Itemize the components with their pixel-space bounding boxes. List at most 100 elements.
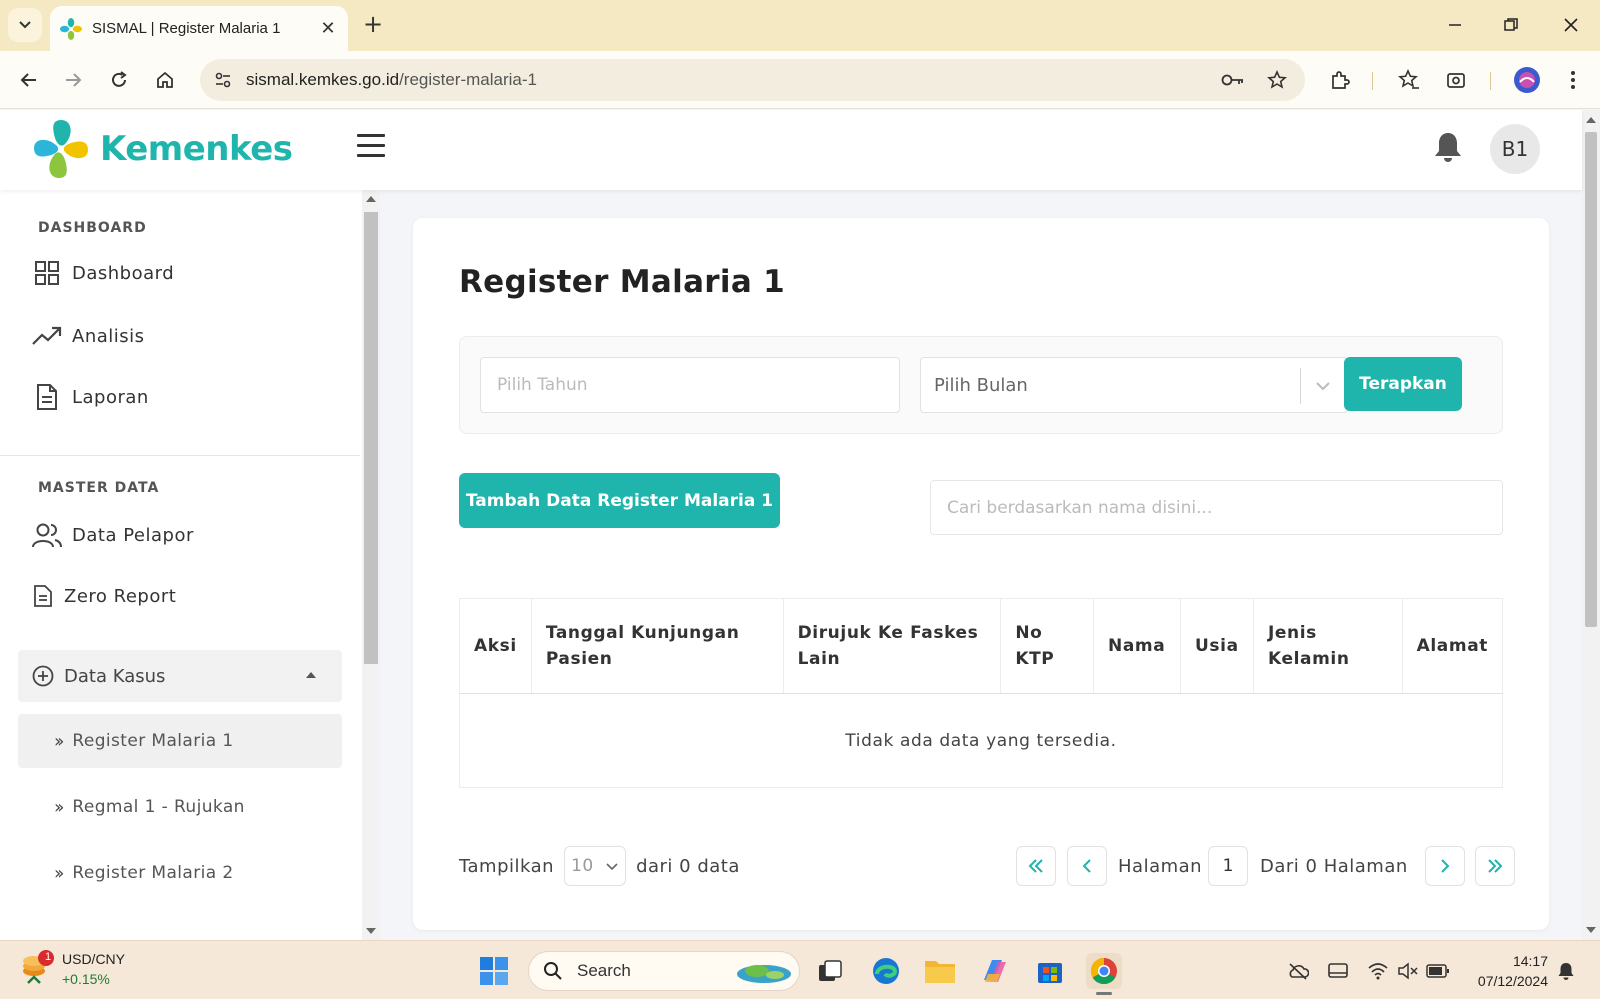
chevron-right-icon [1441, 859, 1450, 873]
next-page-button[interactable] [1425, 846, 1465, 886]
address-bar[interactable]: sismal.kemkes.go.id/register-malaria-1 [200, 59, 1305, 101]
kemenkes-logo-icon [34, 120, 88, 178]
copilot-button[interactable] [977, 953, 1013, 989]
scroll-up-icon[interactable] [366, 196, 376, 202]
reload-button[interactable] [104, 65, 134, 95]
page-size-select[interactable]: 10 [564, 846, 627, 886]
site-settings-icon[interactable] [214, 71, 232, 89]
file-explorer-button[interactable] [922, 953, 958, 989]
screenshot-button[interactable] [1441, 65, 1471, 95]
kemenkes-favicon-icon [60, 17, 82, 40]
close-window-button[interactable] [1556, 12, 1586, 38]
chevron-down-icon [1316, 382, 1330, 391]
onedrive-icon[interactable] [1286, 959, 1310, 983]
page-label: Halaman [1118, 855, 1203, 877]
minimize-icon [1449, 24, 1461, 26]
scroll-down-icon[interactable] [1586, 927, 1596, 933]
minimize-button[interactable] [1440, 12, 1470, 38]
sidebar-scrollbar-thumb[interactable] [364, 212, 378, 664]
page-scrollbar-thumb[interactable] [1585, 132, 1597, 627]
sidebar-subitem-register-malaria-1[interactable]: ›› Register Malaria 1 [18, 714, 342, 768]
user-avatar[interactable]: B1 [1490, 124, 1540, 174]
toolbar-separator [1490, 72, 1491, 90]
filter-panel: Pilih Bulan Terapkan [459, 336, 1503, 434]
notification-bell-icon[interactable] [1554, 959, 1578, 983]
tab-close-icon[interactable]: ✕ [318, 18, 338, 39]
sidebar-item-label: Laporan [72, 386, 149, 408]
new-tab-button[interactable]: + [360, 12, 386, 38]
sidebar-subitem-register-malaria-2[interactable]: ›› Register Malaria 2 [18, 846, 342, 900]
page-scrollbar[interactable] [1582, 110, 1600, 940]
battery-icon[interactable] [1426, 959, 1450, 983]
bookmark-star-icon[interactable] [1267, 70, 1287, 90]
last-page-button[interactable] [1475, 846, 1515, 886]
double-chevron-right-icon: ›› [54, 796, 65, 818]
logo-text: Kemenkes [100, 129, 293, 169]
column-header[interactable]: Aksi [459, 598, 532, 694]
browser-tab-active[interactable]: SISMAL | Register Malaria 1 ✕ [50, 6, 348, 51]
previous-page-button[interactable] [1067, 846, 1107, 886]
column-header[interactable]: Usia [1180, 598, 1254, 694]
sidebar-item-data-pelapor[interactable]: Data Pelapor [32, 520, 194, 550]
scroll-down-icon[interactable] [366, 928, 376, 934]
column-header[interactable]: Tanggal Kunjungan Pasien [530, 598, 784, 694]
display-icon[interactable] [1326, 959, 1350, 983]
tab-search-dropdown-button[interactable] [8, 8, 42, 42]
search-icon [544, 962, 562, 980]
bell-icon[interactable] [1432, 130, 1464, 164]
column-header[interactable]: No KTP [1000, 598, 1095, 694]
double-chevron-right-icon [1488, 859, 1503, 873]
profile-avatar-icon [1514, 67, 1540, 93]
forward-button[interactable] [58, 65, 88, 95]
store-icon [1038, 963, 1062, 983]
sidebar-item-zero-report[interactable]: Zero Report [32, 581, 176, 611]
scroll-up-icon[interactable] [1586, 117, 1596, 123]
menu-toggle-button[interactable] [357, 134, 385, 158]
add-register-button[interactable]: Tambah Data Register Malaria 1 [459, 473, 780, 528]
widget-change: +0.15% [62, 971, 110, 987]
store-button[interactable] [1032, 953, 1068, 989]
column-header[interactable]: Alamat [1401, 598, 1504, 694]
of-pages-label: Dari 0 Halaman [1260, 855, 1408, 877]
sidebar-group-label: Data Kasus [64, 665, 166, 687]
chrome-button[interactable] [1086, 953, 1122, 995]
column-header[interactable]: Nama [1093, 598, 1182, 694]
favorites-button[interactable] [1394, 65, 1424, 95]
column-header[interactable]: Jenis Kelamin [1253, 598, 1403, 694]
taskbar-clock[interactable]: 14:17 07/12/2024 [1464, 951, 1548, 991]
kemenkes-logo[interactable]: Kemenkes [32, 118, 293, 180]
chevron-left-icon [1082, 859, 1091, 873]
year-input[interactable] [480, 357, 900, 413]
sidebar-group-data-kasus[interactable]: Data Kasus [18, 650, 342, 702]
profile-button[interactable] [1512, 65, 1542, 95]
column-header[interactable]: Dirujuk Ke Faskes Lain [782, 598, 1002, 694]
total-data-label: dari 0 data [636, 855, 740, 877]
users-icon [32, 520, 62, 550]
sidebar-item-analisis[interactable]: Analisis [32, 321, 145, 351]
back-button[interactable] [14, 65, 44, 95]
sidebar-item-dashboard[interactable]: Dashboard [32, 258, 174, 288]
first-page-button[interactable] [1016, 846, 1056, 886]
month-select[interactable]: Pilih Bulan [920, 357, 1348, 413]
apply-button[interactable]: Terapkan [1344, 357, 1462, 411]
sidebar-subitem-regmal-1-rujukan[interactable]: ›› Regmal 1 - Rujukan [18, 780, 342, 834]
sidebar-scrollbar[interactable] [362, 190, 380, 940]
windows-logo-icon [480, 957, 508, 985]
restore-button[interactable] [1496, 12, 1526, 38]
key-icon[interactable] [1221, 71, 1245, 89]
start-button[interactable] [476, 953, 512, 989]
volume-muted-icon[interactable] [1396, 959, 1420, 983]
taskbar-search[interactable]: Search [528, 951, 800, 991]
task-view-button[interactable] [812, 953, 848, 989]
current-page-input[interactable]: 1 [1208, 846, 1248, 886]
sidebar-item-laporan[interactable]: Laporan [32, 382, 149, 412]
stock-widget[interactable]: 1 USD/CNY +0.15% [20, 949, 125, 989]
sidebar-item-label: Analisis [72, 325, 145, 347]
browser-menu-button[interactable] [1558, 65, 1588, 95]
home-button[interactable] [150, 65, 180, 95]
chevron-down-icon [606, 863, 618, 871]
edge-button[interactable] [868, 953, 904, 989]
search-input[interactable] [930, 480, 1503, 535]
extensions-button[interactable] [1325, 65, 1355, 95]
wifi-icon[interactable] [1366, 959, 1390, 983]
